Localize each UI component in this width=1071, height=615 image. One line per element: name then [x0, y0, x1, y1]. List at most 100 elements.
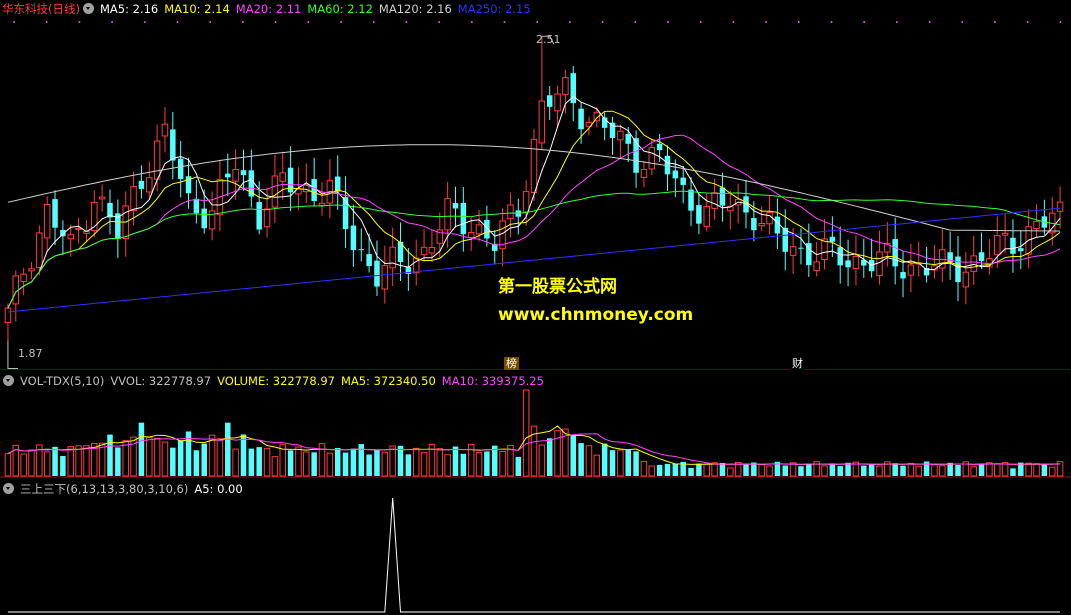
candle-body [1033, 221, 1040, 229]
grid-dot [699, 21, 702, 23]
candle [342, 176, 349, 248]
volume-bar [601, 443, 608, 476]
volume-bar [491, 445, 498, 476]
candle-body [900, 272, 906, 279]
candle-body [374, 260, 380, 287]
candle-body [852, 255, 860, 270]
candle-body [1010, 237, 1016, 254]
grid-dot [536, 21, 539, 23]
candle-body [279, 172, 286, 182]
volume-bar [484, 451, 490, 476]
grid-dot [1026, 21, 1029, 23]
volume-menu-icon[interactable] [3, 375, 14, 386]
grid-dot [765, 21, 768, 23]
indicator-panel[interactable]: 三上三下(6,13,13,3,80,3,10,6) A5: 0.00 [0, 480, 1071, 615]
volume-bar [366, 454, 372, 476]
indicator-chart [7, 497, 1061, 613]
candle-body [1018, 248, 1024, 252]
candle [350, 204, 357, 267]
ma5-label: MA5: 2.16 [99, 2, 159, 16]
volume-bar [515, 456, 522, 476]
candle-body [232, 169, 239, 182]
candle [279, 151, 286, 200]
volume-bar [947, 462, 953, 476]
candle [939, 228, 946, 283]
volume-bar [311, 452, 317, 476]
candle [578, 102, 584, 144]
volume-bar [1010, 468, 1016, 476]
indicator-panel-menu-icon[interactable] [3, 483, 14, 494]
volume-bar [970, 466, 977, 477]
candle [52, 190, 58, 246]
price-panel[interactable]: 华东科技(日线) MA5: 2.16 MA10: 2.14 MA20: 2.11 MA6… [0, 0, 1071, 370]
candle [766, 194, 773, 235]
candle-body [907, 264, 915, 276]
candle [907, 243, 915, 293]
grid-dot [797, 21, 800, 23]
candle [499, 207, 506, 267]
candle-body [256, 202, 262, 230]
marker-bang[interactable]: 榜 [504, 357, 519, 370]
grid-dot [470, 21, 473, 23]
candle [986, 239, 993, 275]
candle-body [711, 192, 718, 209]
marker-cai[interactable]: 财 [790, 357, 805, 370]
watermark-url: www.chnmoney.com [498, 305, 694, 325]
volume-bar [578, 443, 584, 476]
ma250-label: MA250: 2.15 [457, 2, 531, 16]
volume-bar [350, 448, 357, 476]
candle [374, 240, 380, 296]
volume-bar [829, 463, 836, 476]
candle-body [578, 108, 584, 130]
volume-bar [986, 462, 993, 477]
volume-bar [892, 463, 898, 476]
volume-bar [405, 454, 412, 476]
volume-panel[interactable]: VOL-TDX(5,10) VVOL: 322778.97 VOLUME: 3227… [0, 372, 1071, 478]
volume-bar [146, 436, 153, 477]
volume-bar [696, 463, 702, 476]
indicator-menu-icon[interactable] [82, 3, 94, 14]
volume-bar [1033, 463, 1040, 477]
candle-body [554, 93, 561, 112]
volume-bar [664, 463, 671, 476]
candle-body [342, 197, 349, 230]
candle [931, 244, 938, 279]
volume-bar [20, 453, 27, 477]
candle-body [67, 234, 74, 240]
vol-indicator-name: VOL-TDX(5,10) [20, 374, 105, 388]
candle [4, 303, 12, 341]
volume-bar [703, 463, 710, 477]
candle [1010, 219, 1016, 273]
candle-body [522, 191, 530, 213]
stock-name: 华东科技(日线) [2, 2, 80, 16]
volume-bar [656, 464, 663, 476]
volume-bar [648, 465, 656, 477]
high-price-label: 2.51 [536, 33, 561, 46]
volume-bar [593, 454, 601, 477]
volume-bar [845, 462, 851, 476]
volume-bar [170, 447, 176, 476]
candle [366, 233, 372, 273]
low-marker [7, 340, 18, 369]
candle [570, 65, 577, 122]
candle [107, 189, 113, 235]
volume-bar [806, 464, 812, 476]
candle-body [381, 265, 389, 290]
candle-body [1056, 201, 1064, 212]
volume-bar [907, 462, 915, 477]
volume-bar [201, 443, 207, 476]
candle [138, 165, 145, 199]
grid-dot [111, 21, 114, 23]
volume-bar [83, 445, 90, 477]
volume-bar [789, 462, 797, 477]
grid-dot [830, 21, 833, 23]
candle-body [420, 246, 428, 256]
volume-bar [225, 422, 231, 476]
volume-bar [263, 447, 271, 477]
candle-body [696, 205, 702, 224]
grid-dot [340, 21, 342, 23]
volume-bar [782, 465, 789, 476]
volume-bar [161, 441, 169, 477]
candle [743, 179, 749, 229]
volume-bar [931, 464, 938, 477]
